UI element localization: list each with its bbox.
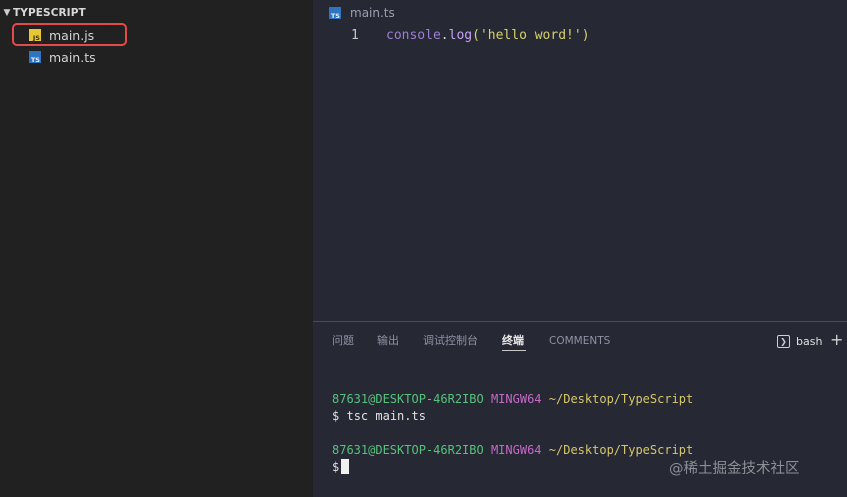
tab-terminal[interactable]: 终端 (502, 333, 524, 349)
terminal-prompt-line: 87631@DESKTOP-46R2IBO MINGW64 ~/Desktop/… (332, 391, 832, 408)
watermark: @稀土掘金技术社区 (669, 461, 800, 477)
code-token-dot: . (440, 27, 449, 43)
ts-file-icon: TS (329, 7, 341, 19)
tab-debug-console[interactable]: 调试控制台 (423, 333, 478, 349)
terminal-cursor (341, 459, 350, 474)
terminal-prompt-symbol: $ (332, 460, 340, 474)
code-editor[interactable]: TS main.ts 1 console.log('hello word!') (313, 0, 847, 321)
terminal-command: tsc main.ts (346, 409, 426, 423)
line-number: 1 (351, 27, 359, 43)
chevron-down-icon: ▼ (3, 8, 11, 18)
new-terminal-plus-icon[interactable]: + (830, 331, 843, 349)
terminal-prompt-symbol: $ (332, 409, 340, 423)
tab-output[interactable]: 输出 (377, 333, 399, 349)
explorer-sidebar: ▼ TYPESCRIPT JS main.js TS main.ts (0, 0, 313, 497)
code-token-close-paren: ) (581, 27, 590, 43)
terminal-env: MINGW64 (490, 392, 542, 406)
terminal-command-line: $ tsc main.ts (332, 408, 832, 425)
tab-comments[interactable]: COMMENTS (549, 333, 610, 349)
ts-file-icon: TS (29, 51, 41, 63)
code-token-object: console (386, 27, 441, 43)
code-token-string: 'hello word!' (479, 27, 582, 43)
file-item-main-ts[interactable]: TS main.ts (0, 46, 313, 68)
terminal-user-host: 87631@DESKTOP-46R2IBO (332, 443, 484, 457)
code-token-open-paren: ( (472, 27, 480, 43)
shell-name: bash (796, 334, 823, 348)
terminal-path: ~/Desktop/TypeScript (548, 443, 694, 457)
file-name: main.ts (49, 49, 96, 65)
shell-selector[interactable]: ❯ bash (777, 333, 822, 349)
code-token-method: log (448, 27, 473, 43)
terminal-path: ~/Desktop/TypeScript (548, 392, 694, 406)
terminal-user-host: 87631@DESKTOP-46R2IBO (332, 392, 484, 406)
code-text: console.log('hello word!') (386, 28, 590, 43)
tab-problems[interactable]: 问题 (332, 333, 354, 349)
editor-tab-main-ts[interactable]: TS main.ts (329, 4, 395, 22)
red-highlight-box (12, 23, 127, 46)
app-window: ▼ TYPESCRIPT JS main.js TS main.ts TS ma… (0, 0, 847, 497)
panel-tab-bar: 问题 输出 调试控制台 终端 COMMENTS ❯ bash + (313, 322, 847, 360)
terminal-env: MINGW64 (490, 443, 542, 457)
active-tab-underline (502, 350, 526, 351)
terminal-icon: ❯ (777, 334, 790, 348)
tab-label: main.ts (350, 6, 395, 20)
explorer-section-header[interactable]: ▼ TYPESCRIPT (0, 4, 313, 22)
section-title: TYPESCRIPT (13, 7, 86, 19)
code-line[interactable]: 1 console.log('hello word!') (313, 25, 847, 45)
